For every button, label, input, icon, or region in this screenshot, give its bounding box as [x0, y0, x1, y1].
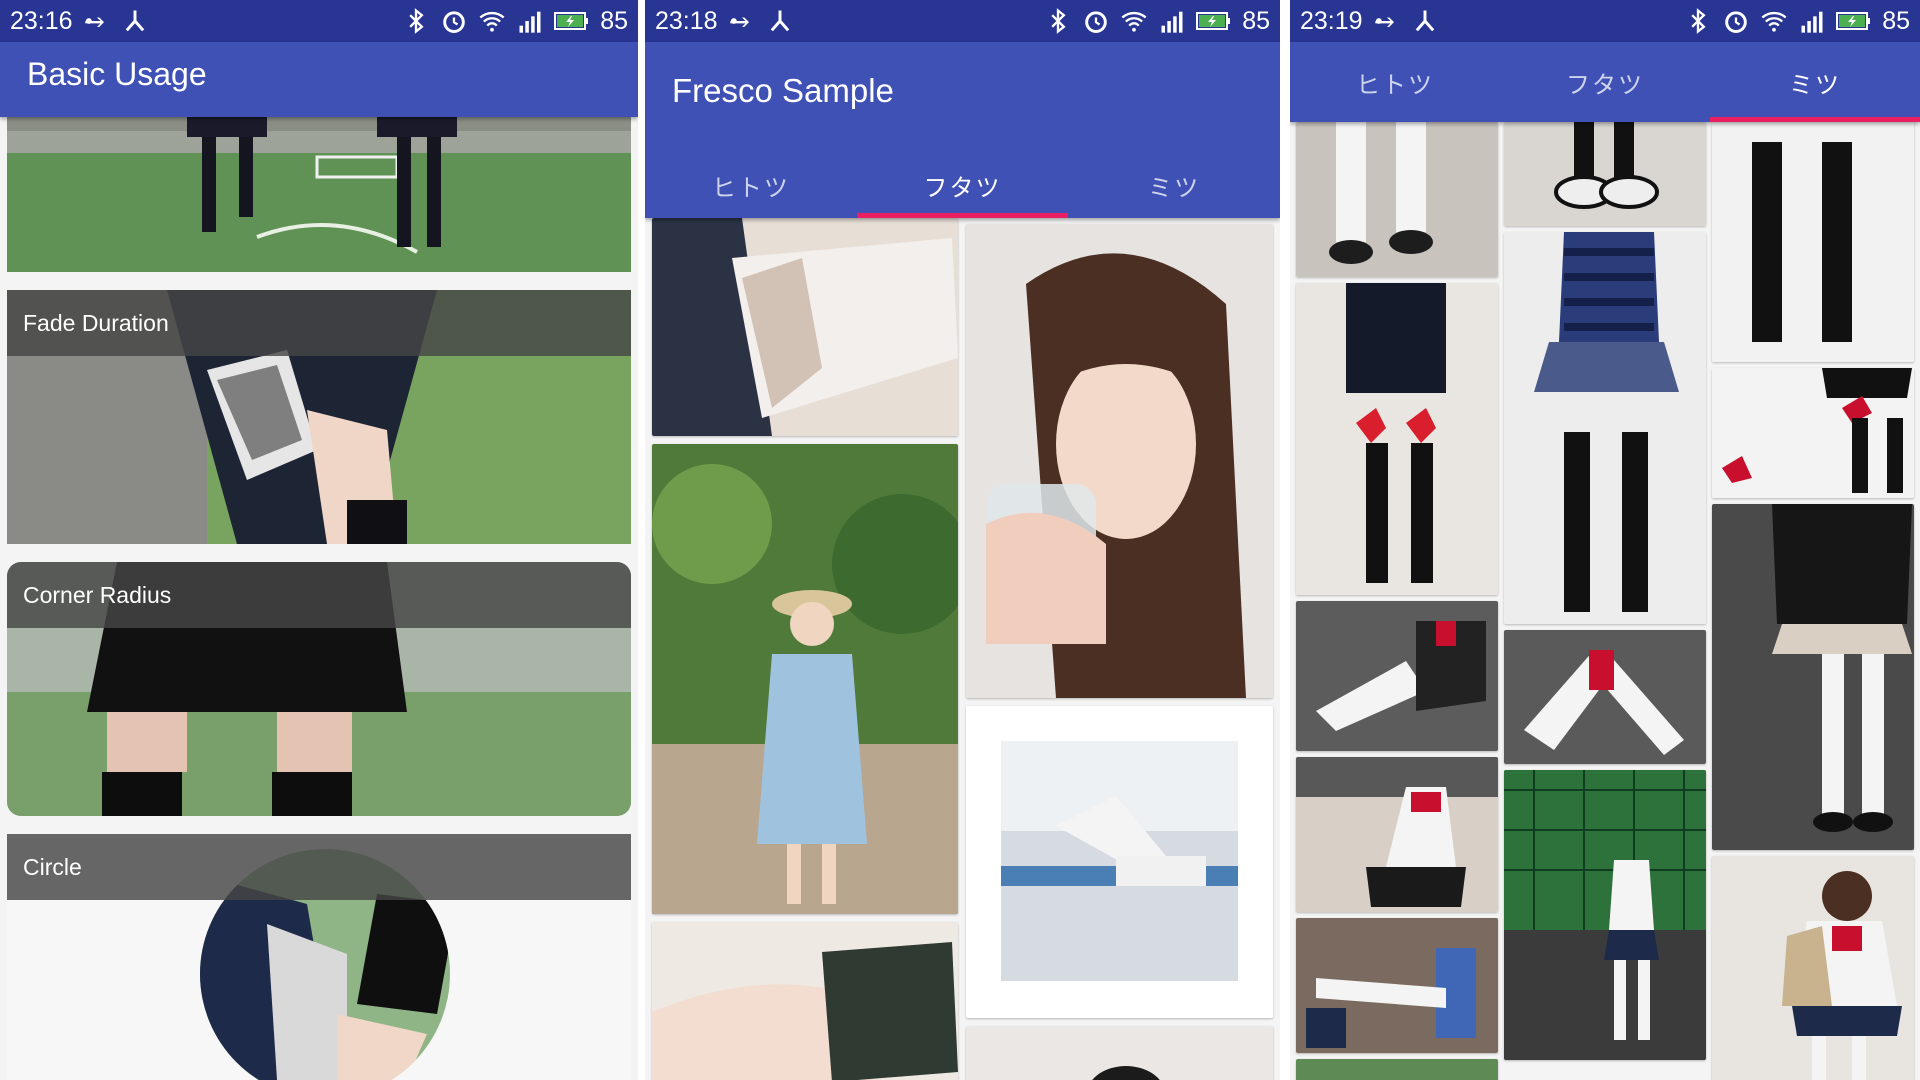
status-time: 23:16	[10, 6, 73, 35]
usb-icon	[728, 7, 756, 35]
card-label-fade-duration: Fade Duration	[7, 290, 631, 356]
page-title: Basic Usage	[27, 56, 207, 92]
grid-image[interactable]	[1712, 122, 1914, 362]
signal-4g-icon	[1798, 7, 1826, 35]
battery-icon	[554, 7, 590, 35]
grid-image[interactable]	[1296, 601, 1498, 751]
grid-image[interactable]	[966, 706, 1273, 1018]
screen-mitsu-grid: 23:19 85 ヒトツ フタツ ミツ	[1290, 0, 1920, 1080]
screen-basic-usage: 23:16 85 Basic Usage Fade Duration Corne…	[0, 0, 638, 1080]
status-bar: 23:18 85	[645, 0, 1280, 42]
grid-image[interactable]	[652, 444, 958, 914]
grid-image[interactable]	[1296, 1059, 1498, 1080]
alarm-icon	[1082, 7, 1110, 35]
status-time: 23:19	[1300, 6, 1363, 35]
tab-bar: ヒトツ フタツ ミツ	[645, 152, 1280, 218]
image-card-corner-radius[interactable]: Corner Radius	[7, 562, 631, 816]
grid-image[interactable]	[1504, 630, 1706, 764]
app-bar: Basic Usage	[0, 42, 638, 117]
card-label-corner-radius: Corner Radius	[7, 562, 631, 628]
usb-icon	[83, 7, 111, 35]
grid-image[interactable]	[966, 224, 1273, 698]
grid-image[interactable]	[1504, 122, 1706, 226]
battery-percent: 85	[1882, 6, 1910, 35]
status-time: 23:18	[655, 6, 718, 35]
grid-image[interactable]	[1296, 918, 1498, 1053]
alarm-icon	[440, 7, 468, 35]
wifi-icon	[1760, 7, 1788, 35]
status-bar: 23:19 85	[1290, 0, 1920, 42]
tab-mitsu[interactable]: ミツ	[1068, 152, 1280, 218]
grid-image[interactable]	[652, 922, 958, 1080]
photo-soccer-field	[7, 117, 631, 272]
grid-image[interactable]	[1296, 757, 1498, 912]
tab-futatsu[interactable]: フタツ	[856, 152, 1069, 218]
grid-image[interactable]	[1712, 368, 1914, 498]
grid-image[interactable]	[652, 218, 958, 436]
wifi-icon	[478, 7, 506, 35]
image-card-circle[interactable]: Circle	[7, 834, 631, 1080]
debug-icon	[1411, 7, 1439, 35]
tab-hitotsu[interactable]: ヒトツ	[1290, 42, 1500, 122]
grid-image[interactable]	[1296, 283, 1498, 595]
grid-image[interactable]	[1296, 122, 1498, 277]
grid-image[interactable]	[1504, 770, 1706, 1060]
tab-bar: ヒトツ フタツ ミツ	[1290, 42, 1920, 122]
tab-mitsu[interactable]: ミツ	[1710, 42, 1920, 122]
image-card-fade-duration[interactable]: Fade Duration	[7, 290, 631, 544]
battery-icon	[1836, 7, 1872, 35]
debug-icon	[121, 7, 149, 35]
page-title: Fresco Sample	[672, 72, 894, 109]
tab-futatsu[interactable]: フタツ	[1500, 42, 1710, 122]
battery-icon	[1196, 7, 1232, 35]
signal-4g-icon	[516, 7, 544, 35]
grid-image[interactable]	[1712, 504, 1914, 850]
grid-image[interactable]	[1712, 856, 1914, 1080]
bluetooth-icon	[1044, 7, 1072, 35]
screen-fresco-sample: 23:18 85 Fresco Sample ヒトツ フタツ ミツ	[645, 0, 1280, 1080]
bluetooth-icon	[1684, 7, 1712, 35]
tab-hitotsu[interactable]: ヒトツ	[645, 152, 857, 218]
alarm-icon	[1722, 7, 1750, 35]
grid-image[interactable]	[966, 1026, 1273, 1080]
usb-icon	[1373, 7, 1401, 35]
app-bar: Fresco Sample ヒトツ フタツ ミツ	[645, 42, 1280, 218]
grid-image[interactable]	[1504, 232, 1706, 624]
card-label-circle: Circle	[7, 834, 631, 900]
bluetooth-icon	[402, 7, 430, 35]
wifi-icon	[1120, 7, 1148, 35]
battery-percent: 85	[1242, 6, 1270, 35]
app-bar: ヒトツ フタツ ミツ	[1290, 42, 1920, 122]
signal-4g-icon	[1158, 7, 1186, 35]
image-card-basic[interactable]	[7, 117, 631, 272]
debug-icon	[766, 7, 794, 35]
status-bar: 23:16 85	[0, 0, 638, 42]
battery-percent: 85	[600, 6, 628, 35]
